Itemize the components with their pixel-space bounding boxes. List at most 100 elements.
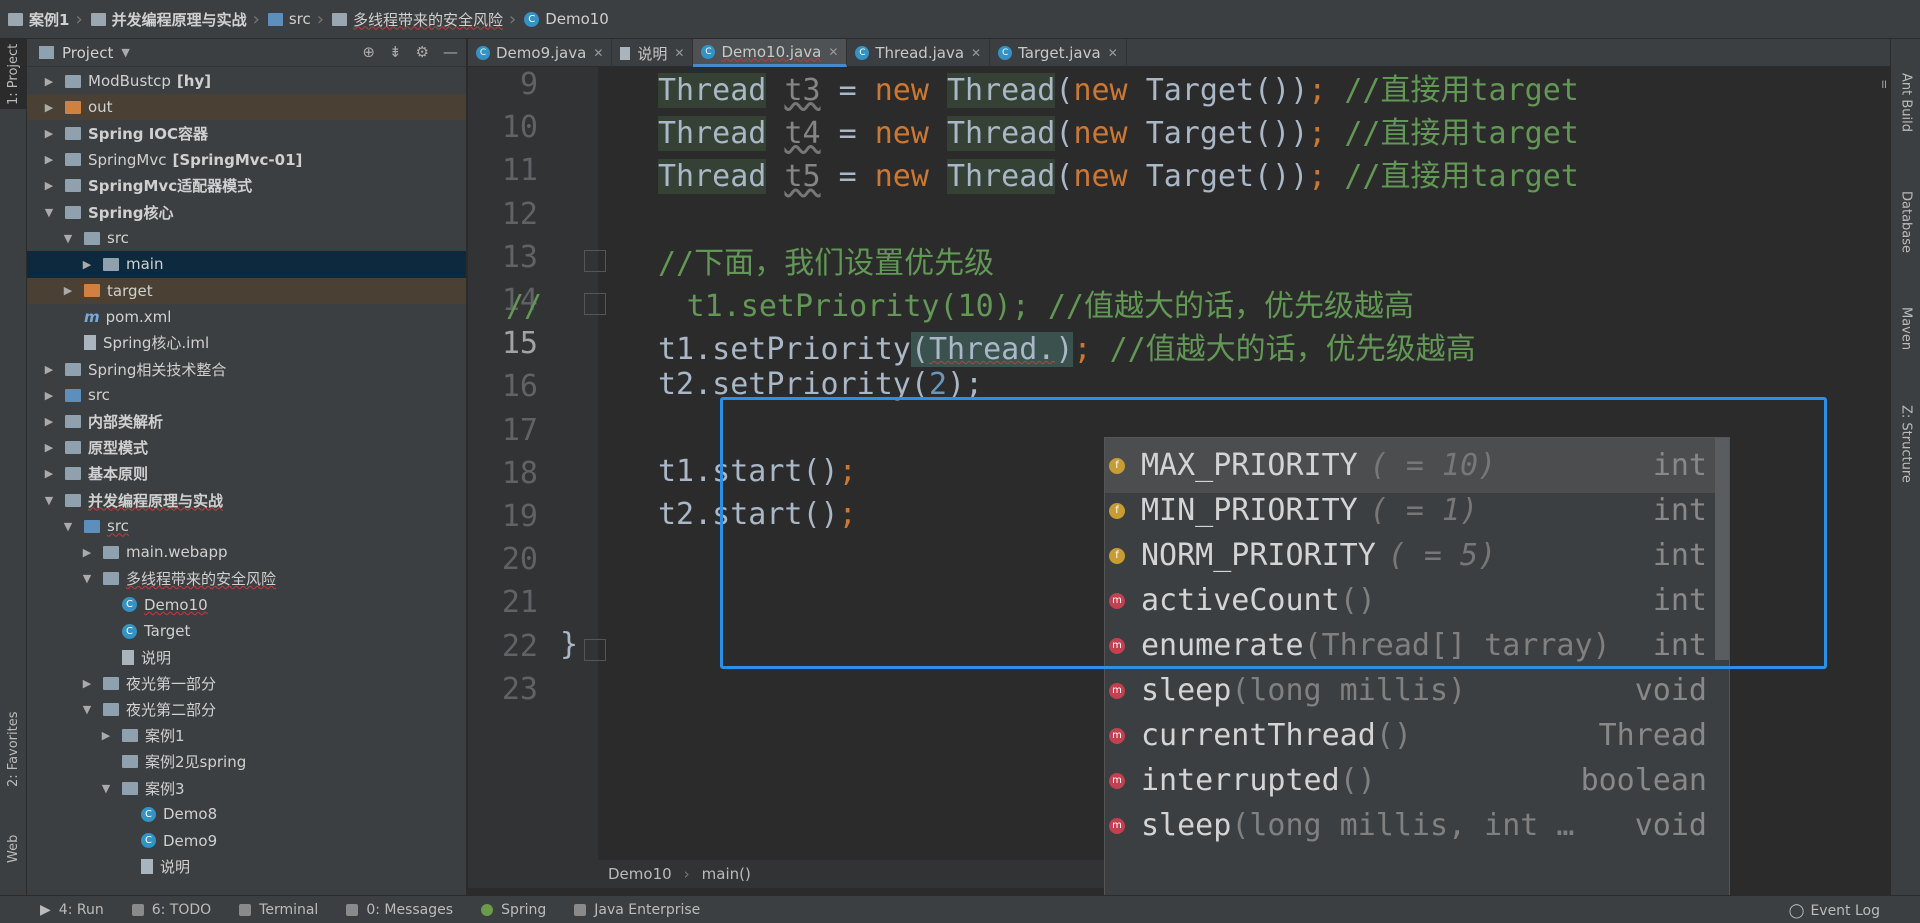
tree-node[interactable]: ▶ SpringMvc [SpringMvc-01]: [27, 147, 466, 173]
close-icon[interactable]: ✕: [828, 45, 838, 59]
collapsed-arrow-icon[interactable]: ▶: [43, 75, 55, 88]
tree-node-label: Spring核心: [88, 203, 174, 222]
expanded-arrow-icon[interactable]: ▼: [81, 572, 93, 585]
database-tool-tab[interactable]: Database: [1891, 167, 1920, 277]
project-tool-tab[interactable]: 1: Project: [0, 39, 27, 109]
breadcrumb-method[interactable]: main(): [702, 865, 751, 883]
collapsed-arrow-icon[interactable]: ▶: [43, 467, 55, 480]
tree-node[interactable]: ▶ src: [27, 382, 466, 408]
tree-node[interactable]: 说明: [27, 644, 466, 670]
collapsed-arrow-icon[interactable]: ▶: [43, 127, 55, 140]
hide-icon[interactable]: —: [443, 43, 458, 61]
fold-marker-icon[interactable]: [584, 638, 606, 661]
tree-node[interactable]: ▼ src: [27, 225, 466, 251]
tree-node[interactable]: ▶ Spring相关技术整合: [27, 356, 466, 382]
tree-node[interactable]: ▶ target: [27, 277, 466, 304]
completion-item[interactable]: m sleep (long millis, int … void: [1105, 798, 1715, 853]
breadcrumb-item[interactable]: 案例1 ›: [8, 9, 91, 30]
ant-build-tool-tab[interactable]: Ant Build: [1891, 47, 1920, 157]
tree-node[interactable]: C Demo9: [27, 827, 466, 853]
chevron-down-icon[interactable]: ▼: [121, 46, 129, 59]
collapsed-arrow-icon[interactable]: ▶: [43, 363, 55, 376]
expanded-arrow-icon[interactable]: ▼: [43, 494, 55, 507]
tree-node[interactable]: ▼ Spring核心: [27, 199, 466, 225]
line-number-gutter: 9 10 11 12 13 14 15 16 17 18 19 20 21 22 23: [468, 67, 606, 872]
editor-tab[interactable]: C Demo9.java ✕: [468, 39, 613, 67]
tree-node[interactable]: ▶ ModBustcp [hy]: [27, 68, 466, 94]
java-enterprise-tool-button[interactable]: Java Enterprise: [574, 902, 700, 918]
run-tool-button[interactable]: ▶ 4: Run: [40, 902, 104, 918]
tree-node[interactable]: ▶ 内部类解析: [27, 408, 466, 434]
tree-node[interactable]: ▶ main: [27, 251, 466, 278]
editor-tab[interactable]: C Demo10.java ✕: [693, 39, 848, 67]
editor-tab[interactable]: C Target.java ✕: [990, 39, 1127, 67]
tree-node[interactable]: ▼ 案例3: [27, 775, 466, 801]
tree-node[interactable]: ▼ 多线程带来的安全风险: [27, 566, 466, 592]
tree-node[interactable]: ▶ SpringMvc适配器模式: [27, 173, 466, 199]
collapsed-arrow-icon[interactable]: ▶: [100, 729, 112, 742]
breadcrumb-item[interactable]: 并发编程原理与实战 ›: [90, 9, 268, 30]
messages-tool-button[interactable]: 0: Messages: [346, 902, 453, 918]
collapsed-arrow-icon[interactable]: ▶: [43, 101, 55, 114]
expanded-arrow-icon[interactable]: ▼: [43, 206, 55, 219]
tree-node[interactable]: ▼ 夜光第二部分: [27, 697, 466, 723]
close-icon[interactable]: ✕: [1108, 46, 1118, 60]
tree-node[interactable]: Spring核心.iml: [27, 330, 466, 356]
tree-node[interactable]: C Demo10: [27, 592, 466, 618]
collapse-all-icon[interactable]: ⇟: [389, 43, 402, 61]
completion-scrollbar[interactable]: [1715, 438, 1729, 660]
text-file-icon: [141, 859, 153, 875]
completion-type: int: [1652, 493, 1707, 528]
maven-tool-tab[interactable]: Maven: [1891, 284, 1920, 374]
fold-marker-icon[interactable]: [584, 249, 606, 272]
collapsed-arrow-icon[interactable]: ▶: [43, 441, 55, 454]
breadcrumb-item[interactable]: 多线程带来的安全风险 ›: [331, 9, 524, 30]
expanded-arrow-icon[interactable]: ▼: [62, 520, 74, 533]
todo-tool-button[interactable]: 6: TODO: [131, 902, 211, 918]
tree-node[interactable]: ▶ 原型模式: [27, 435, 466, 461]
breadcrumb-class[interactable]: Demo10: [608, 865, 672, 883]
editor-tab[interactable]: 说明 ✕: [612, 39, 694, 67]
structure-tool-tab[interactable]: Z: Structure: [1891, 384, 1920, 504]
breadcrumb-item[interactable]: src ›: [267, 9, 332, 30]
completion-name: interrupted: [1141, 763, 1340, 798]
close-icon[interactable]: ✕: [593, 46, 603, 60]
collapsed-arrow-icon[interactable]: ▶: [81, 546, 93, 559]
spring-tool-button[interactable]: Spring: [481, 902, 546, 918]
favorites-tool-tab[interactable]: 2: Favorites: [0, 694, 27, 804]
tree-node[interactable]: ▶ 案例1: [27, 723, 466, 749]
tree-node[interactable]: ▶ out: [27, 94, 466, 121]
project-view-selector[interactable]: Project: [62, 44, 113, 62]
editor-tab[interactable]: C Thread.java ✕: [847, 39, 991, 67]
tree-node[interactable]: ▶ 基本原则: [27, 461, 466, 487]
tree-node[interactable]: ▼ src: [27, 513, 466, 539]
expanded-arrow-icon[interactable]: ▼: [81, 703, 93, 716]
collapsed-arrow-icon[interactable]: ▶: [62, 284, 74, 297]
tree-node[interactable]: C Demo8: [27, 801, 466, 827]
close-icon[interactable]: ✕: [674, 46, 684, 60]
tree-node[interactable]: 说明: [27, 854, 466, 880]
collapsed-arrow-icon[interactable]: ▶: [81, 258, 93, 271]
tree-node[interactable]: ▼ 并发编程原理与实战: [27, 487, 466, 513]
tree-node[interactable]: 案例2见spring: [27, 749, 466, 775]
collapsed-arrow-icon[interactable]: ▶: [43, 153, 55, 166]
web-tool-tab[interactable]: Web: [0, 819, 27, 879]
collapsed-arrow-icon[interactable]: ▶: [43, 415, 55, 428]
terminal-tool-button[interactable]: Terminal: [239, 902, 318, 918]
tree-node[interactable]: C Target: [27, 618, 466, 644]
close-icon[interactable]: ✕: [971, 46, 981, 60]
expanded-arrow-icon[interactable]: ▼: [62, 232, 74, 245]
tree-node[interactable]: ▶ Spring IOC容器: [27, 120, 466, 146]
breadcrumb-item[interactable]: C Demo10: [524, 10, 609, 28]
tree-node[interactable]: ▶ main.webapp: [27, 539, 466, 565]
event-log-button[interactable]: ◯ Event Log: [1789, 903, 1880, 919]
collapsed-arrow-icon[interactable]: ▶: [43, 389, 55, 402]
tree-node[interactable]: ▶ 夜光第一部分: [27, 670, 466, 696]
expanded-arrow-icon[interactable]: ▼: [100, 782, 112, 795]
code-line: //下面，我们设置优先级: [658, 238, 994, 282]
gear-icon[interactable]: ⚙: [416, 43, 429, 61]
tree-node[interactable]: m pom.xml: [27, 304, 466, 330]
collapsed-arrow-icon[interactable]: ▶: [81, 677, 93, 690]
locate-icon[interactable]: ⊕: [362, 43, 375, 61]
collapsed-arrow-icon[interactable]: ▶: [43, 179, 55, 192]
